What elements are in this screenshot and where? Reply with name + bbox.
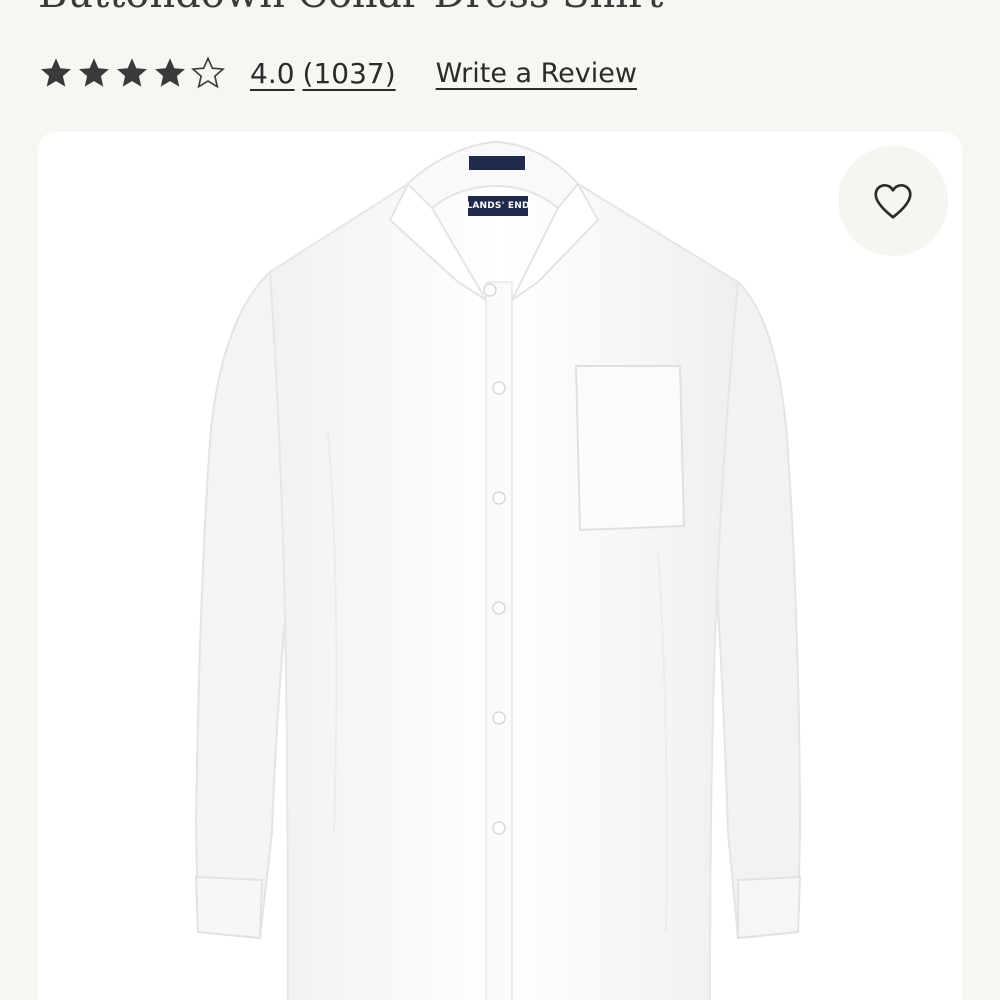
star-filled-icon: [79, 58, 109, 87]
heart-icon: [874, 183, 912, 219]
rating-stars: [38, 55, 226, 91]
rating-value: 4.0: [250, 56, 295, 90]
size-label: [469, 156, 525, 170]
star-filled-icon: [155, 58, 185, 87]
rating-summary-link[interactable]: 4.0 (1037): [250, 57, 396, 90]
product-page: Buttondown Collar Dress Shirt 4.0(1037) …: [0, 0, 1000, 1000]
wishlist-button[interactable]: [838, 146, 948, 256]
rating-row: 4.0 (1037) Write a Review: [38, 48, 637, 98]
star-empty-icon: [190, 56, 226, 89]
star-filled-icon: [117, 58, 147, 87]
product-title: Buttondown Collar Dress Shirt: [38, 0, 663, 16]
review-count: (1037): [302, 56, 396, 90]
shirt-image: [194, 140, 802, 1000]
product-image[interactable]: LANDS' END: [38, 132, 962, 1000]
brand-label: LANDS' END: [466, 196, 529, 216]
star-filled-icon: [41, 58, 71, 87]
write-review-link[interactable]: Write a Review: [436, 58, 637, 89]
